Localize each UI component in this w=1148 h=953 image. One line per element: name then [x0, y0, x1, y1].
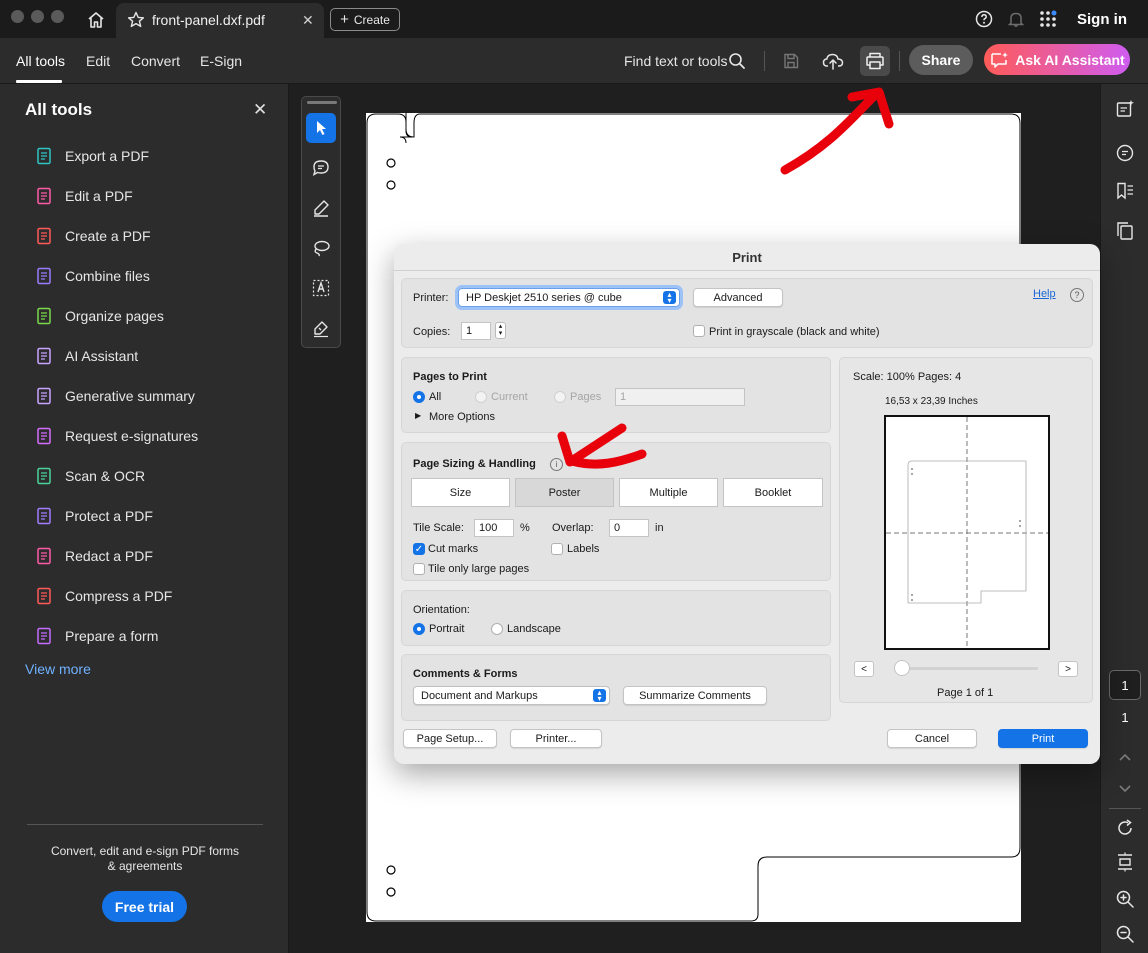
red-arrow-to-poster-button [557, 423, 647, 469]
annotation-overlay [557, 87, 894, 469]
red-arrow-to-print-icon [780, 87, 894, 175]
